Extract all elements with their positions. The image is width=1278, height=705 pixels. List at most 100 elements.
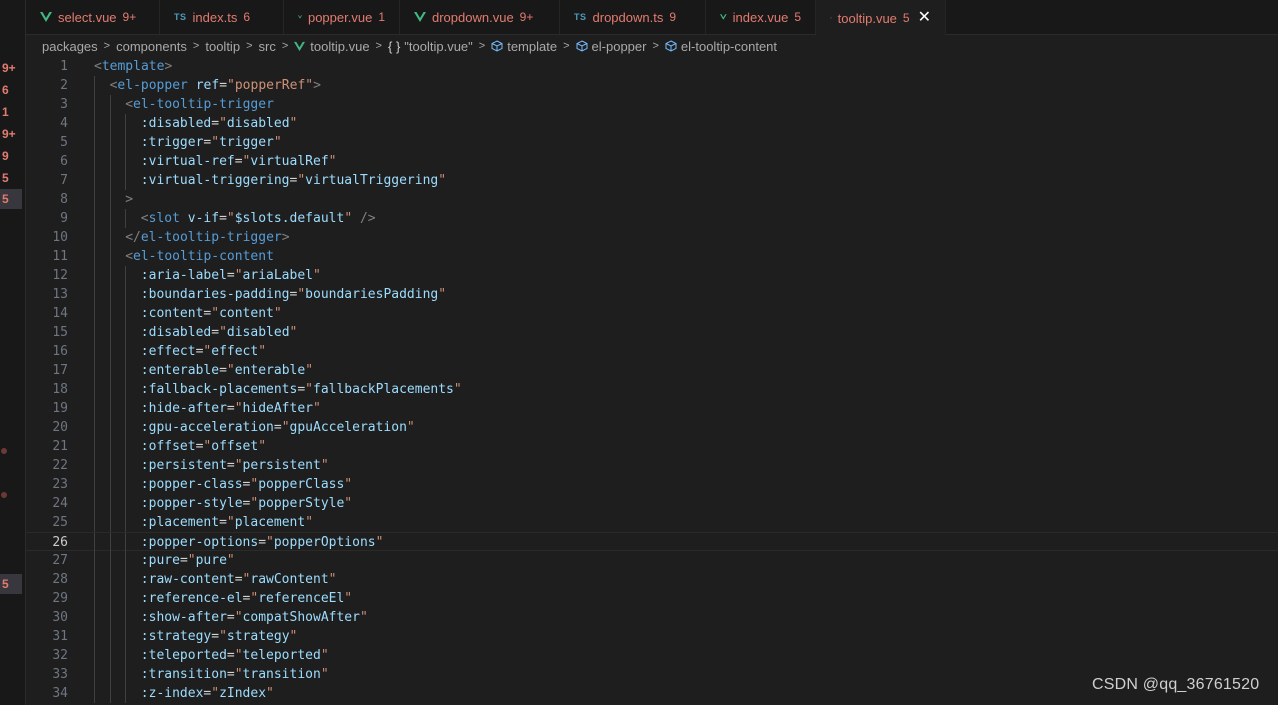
line-number[interactable]: 12 [26,266,68,285]
code-line[interactable]: 13:boundaries-padding="boundariesPadding… [26,285,1278,304]
explorer-problem-badge[interactable]: 5 [0,189,22,209]
breadcrumb-el-tooltip-content[interactable]: el-tooltip-content [681,39,777,54]
explorer-problem-badge[interactable]: 5 [0,168,22,188]
explorer-problem-badge[interactable]: 6 [0,80,22,100]
breadcrumb-template[interactable]: template [507,39,557,54]
code-line[interactable]: 18:fallback-placements="fallbackPlacemen… [26,380,1278,399]
line-number[interactable]: 24 [26,494,68,513]
code-line[interactable]: 19:hide-after="hideAfter" [26,399,1278,418]
code-editor[interactable]: 1 <template> 2 <el-popper ref="popperRef"> 3… [26,57,1278,705]
code-line[interactable]: 5:trigger="trigger" [26,133,1278,152]
code-line[interactable]: 32:teleported="teleported" [26,646,1278,665]
line-number[interactable]: 13 [26,285,68,304]
line-number[interactable]: 16 [26,342,68,361]
code-line[interactable]: 30:show-after="compatShowAfter" [26,608,1278,627]
line-number[interactable]: 31 [26,627,68,646]
code-line[interactable]: 29:reference-el="referenceEl" [26,589,1278,608]
tab-popper-vue[interactable]: popper.vue 1 [284,0,400,34]
code-line[interactable]: 26:popper-options="popperOptions" [26,532,1278,552]
code-line[interactable]: 12:aria-label="ariaLabel" [26,266,1278,285]
tab-index-ts[interactable]: TS index.ts 6 [160,0,284,34]
line-number[interactable]: 26 [26,533,68,552]
code-line[interactable]: 27:pure="pure" [26,551,1278,570]
code-line[interactable]: 8 > [26,190,1278,209]
breadcrumb-components[interactable]: components [116,39,187,54]
line-number[interactable]: 4 [26,114,68,133]
breadcrumb-src[interactable]: src [259,39,276,54]
code-line[interactable]: 21:offset="offset" [26,437,1278,456]
code-line[interactable]: 7:virtual-triggering="virtualTriggering" [26,171,1278,190]
line-number[interactable]: 17 [26,361,68,380]
code-line[interactable]: 15:disabled="disabled" [26,323,1278,342]
tab-index-vue[interactable]: index.vue 5 [706,0,816,34]
line-number[interactable]: 20 [26,418,68,437]
line-number[interactable]: 3 [26,95,68,114]
explorer-problem-badge[interactable]: 9+ [0,58,22,78]
code-line[interactable]: 11 <el-tooltip-content [26,247,1278,266]
breadcrumb-packages[interactable]: packages [42,39,98,54]
code-line[interactable]: 9 <slot v-if="$slots.default" /> [26,209,1278,228]
line-number[interactable]: 1 [26,57,68,76]
breadcrumb-tooltip[interactable]: tooltip [205,39,240,54]
code-token: " [305,382,313,397]
line-number[interactable]: 10 [26,228,68,247]
tab-dropdown-ts[interactable]: TS dropdown.ts 9 [560,0,706,34]
code-line[interactable]: 28:raw-content="rawContent" [26,570,1278,589]
line-number[interactable]: 30 [26,608,68,627]
close-icon[interactable]: ✕ [918,10,931,26]
line-number[interactable]: 23 [26,475,68,494]
code-line[interactable]: 22:persistent="persistent" [26,456,1278,475]
code-line[interactable]: 17:enterable="enterable" [26,361,1278,380]
code-line[interactable]: 3 <el-tooltip-trigger [26,95,1278,114]
code-line[interactable]: 23:popper-class="popperClass" [26,475,1278,494]
code-token: = [273,420,282,435]
line-number[interactable]: 5 [26,133,68,152]
explorer-problem-badge[interactable]: 1 [0,102,22,122]
line-number[interactable]: 9 [26,209,68,228]
tab-select-vue[interactable]: select.vue 9+ [26,0,160,34]
line-number[interactable]: 25 [26,513,68,532]
code-line[interactable]: 14:content="content" [26,304,1278,323]
code-line[interactable]: 6:virtual-ref="virtualRef" [26,152,1278,171]
code-line[interactable]: 1 <template> [26,57,1278,76]
line-number[interactable]: 7 [26,171,68,190]
code-line[interactable]: 34:z-index="zIndex" [26,684,1278,703]
breadcrumb-sfc[interactable]: "tooltip.vue" [404,39,473,54]
breadcrumb-file[interactable]: tooltip.vue [310,39,369,54]
code-line[interactable]: 16:effect="effect" [26,342,1278,361]
vue-icon [40,12,52,22]
line-number[interactable]: 14 [26,304,68,323]
code-line[interactable]: 2 <el-popper ref="popperRef"> [26,76,1278,95]
code-line[interactable]: 33:transition="transition" [26,665,1278,684]
line-number[interactable]: 2 [26,76,68,95]
indent-guide [109,190,111,209]
line-number[interactable]: 21 [26,437,68,456]
line-number[interactable]: 32 [26,646,68,665]
code-token: pure [195,553,227,568]
line-number[interactable]: 27 [26,551,68,570]
line-number[interactable]: 6 [26,152,68,171]
explorer-problem-badge[interactable]: 9 [0,146,22,166]
line-number[interactable]: 33 [26,665,68,684]
code-line[interactable]: 10 </el-tooltip-trigger> [26,228,1278,247]
line-number[interactable]: 28 [26,570,68,589]
code-token: offset [211,439,259,454]
tab-tooltip-vue[interactable]: tooltip.vue 5 ✕ [816,0,946,35]
line-number[interactable]: 19 [26,399,68,418]
line-number[interactable]: 11 [26,247,68,266]
line-number[interactable]: 34 [26,684,68,703]
line-number[interactable]: 22 [26,456,68,475]
tab-dropdown-vue[interactable]: dropdown.vue 9+ [400,0,560,34]
line-number[interactable]: 29 [26,589,68,608]
line-number[interactable]: 15 [26,323,68,342]
code-line[interactable]: 25:placement="placement" [26,513,1278,532]
explorer-problem-badge[interactable]: 5 [0,574,22,594]
code-line[interactable]: 24:popper-style="popperStyle" [26,494,1278,513]
line-number[interactable]: 18 [26,380,68,399]
explorer-problem-badge[interactable]: 9+ [0,124,22,144]
code-line[interactable]: 20:gpu-acceleration="gpuAcceleration" [26,418,1278,437]
code-line[interactable]: 31:strategy="strategy" [26,627,1278,646]
code-line[interactable]: 4:disabled="disabled" [26,114,1278,133]
line-number[interactable]: 8 [26,190,68,209]
breadcrumb-el-popper[interactable]: el-popper [592,39,647,54]
